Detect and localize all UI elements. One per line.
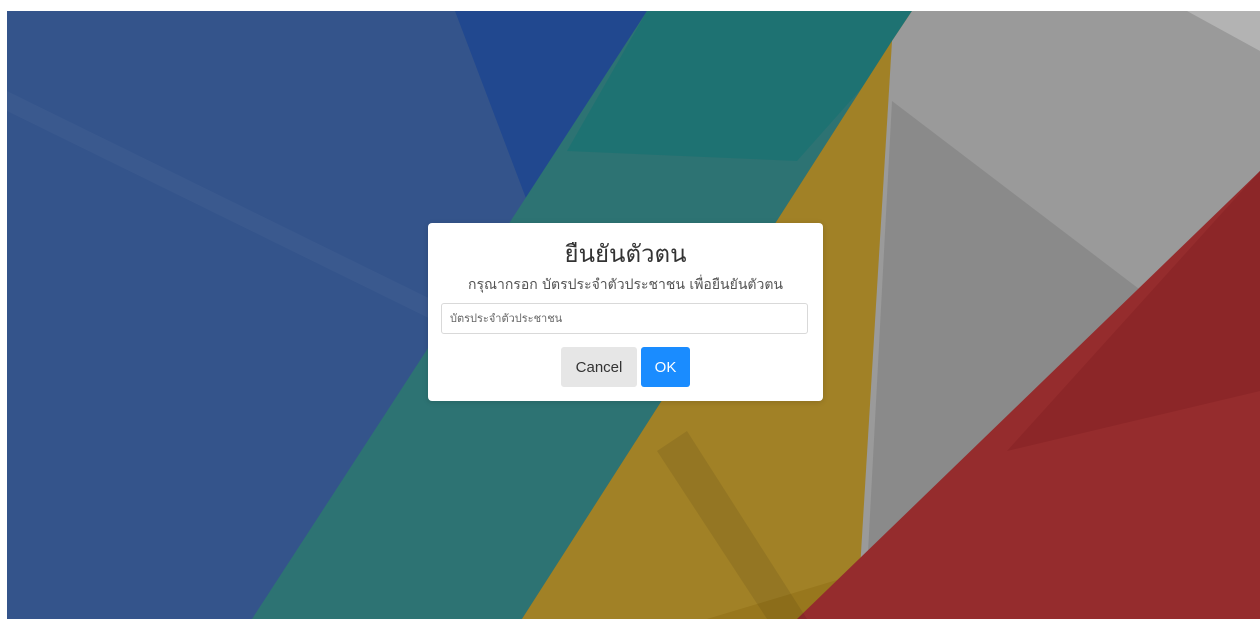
identity-verification-dialog: ยืนยันตัวตน กรุณากรอก บัตรประจำตัวประชาช…	[428, 223, 823, 401]
dialog-subtitle: กรุณากรอก บัตรประจำตัวประชาชน เพื่อยืนยั…	[467, 277, 783, 293]
cancel-button[interactable]: Cancel	[561, 347, 637, 387]
dialog-title: ยืนยันตัวตน	[564, 240, 687, 268]
ok-button[interactable]: OK	[641, 347, 690, 387]
page-background: ยืนยันตัวตน กรุณากรอก บัตรประจำตัวประชาช…	[7, 11, 1260, 619]
citizen-id-input[interactable]	[441, 303, 808, 334]
